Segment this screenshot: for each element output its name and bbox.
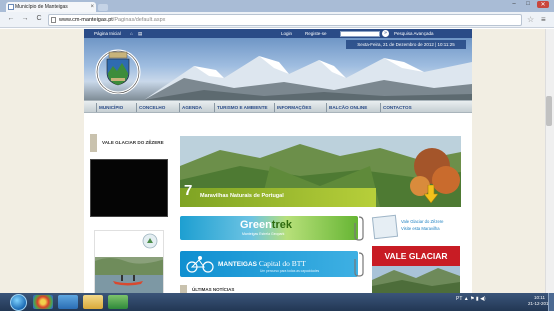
paperclip-icon bbox=[354, 252, 364, 277]
back-button[interactable]: ← bbox=[6, 15, 16, 22]
header-banner: Sexta-Feira, 21 de Dezembro de 2012 | 10… bbox=[84, 38, 472, 100]
system-tray: PT ▲ ⚑ ▮ ◀) bbox=[456, 296, 486, 302]
kayak-photo[interactable] bbox=[94, 230, 164, 293]
explorer-taskbar-icon[interactable] bbox=[58, 295, 78, 309]
register-link[interactable]: Registe-se bbox=[305, 29, 327, 38]
reload-button[interactable]: C bbox=[34, 15, 44, 22]
language-indicator[interactable]: PT bbox=[456, 296, 462, 302]
home-link[interactable]: Página Inicial bbox=[94, 29, 121, 38]
vale-glaciar-heading: VALE GLACIAR bbox=[372, 246, 460, 266]
browser-tab[interactable]: Município de Manteigas × bbox=[6, 2, 96, 12]
tab-title: Município de Manteigas bbox=[15, 4, 68, 10]
show-desktop-button[interactable] bbox=[548, 293, 554, 311]
url-domain: www.cm-manteigas.pt bbox=[59, 17, 113, 23]
paperclip-icon bbox=[354, 216, 364, 241]
glacier-video-player[interactable] bbox=[90, 159, 168, 217]
feature-banner-7-maravilhas[interactable]: 7 Maravilhas Naturais de Portugal bbox=[180, 136, 461, 207]
kayak-image bbox=[95, 231, 163, 293]
close-window-button[interactable]: ✕ bbox=[537, 1, 549, 8]
down-arrow-icon[interactable] bbox=[424, 185, 438, 203]
excel-taskbar-icon[interactable] bbox=[108, 295, 128, 309]
folder-taskbar-icon[interactable] bbox=[83, 295, 103, 309]
volume-icon[interactable]: ◀) bbox=[480, 296, 486, 302]
page-icon bbox=[51, 17, 56, 23]
vale-glaciar-image bbox=[372, 266, 460, 293]
greentrek-subtitle: Manteigas Estrela Geopark bbox=[242, 232, 285, 236]
nav-contactos[interactable]: CONTACTOS bbox=[380, 103, 412, 112]
glacier-link-line2: Visite esta Maravilha bbox=[401, 226, 440, 231]
glacier-thumbnail bbox=[371, 214, 399, 240]
print-icon[interactable]: ▤ bbox=[138, 29, 142, 38]
tab-close-icon[interactable]: × bbox=[90, 2, 94, 12]
search-input[interactable] bbox=[340, 31, 380, 37]
url-path: /Paginas/default.aspx bbox=[112, 17, 166, 23]
date-time: Sexta-Feira, 21 de Dezembro de 2012 | 10… bbox=[346, 40, 466, 49]
chrome-taskbar-icon[interactable] bbox=[33, 295, 53, 309]
feature-number: 7 bbox=[184, 182, 193, 199]
glacier-link-line1: Vale Glaciar do Zêzere bbox=[401, 219, 444, 224]
maximize-button[interactable]: □ bbox=[522, 1, 534, 7]
minimize-button[interactable]: – bbox=[508, 1, 520, 7]
nav-balcao-online[interactable]: BALCÃO ONLINE bbox=[326, 103, 367, 112]
vale-glaciar-banner[interactable]: VALE GLACIAR bbox=[372, 246, 460, 293]
greentrek-title: Greentrek bbox=[240, 219, 292, 231]
btt-capital: Capital do BTT bbox=[258, 259, 306, 268]
browser-menu-icon[interactable]: ≡ bbox=[541, 15, 546, 24]
feature-caption: Maravilhas Naturais de Portugal bbox=[200, 193, 284, 199]
glacier-video-title: VALE GLACIAR DO ZÊZERE bbox=[90, 134, 168, 152]
site-container: Página Inicial ⌂ ▤ Login Registe-se » Pe… bbox=[84, 29, 472, 293]
home-icon[interactable]: ⌂ bbox=[130, 29, 133, 38]
cyclist-icon bbox=[186, 256, 214, 273]
bookmark-star-icon[interactable]: ☆ bbox=[527, 15, 534, 24]
greentrek-title-b: trek bbox=[271, 219, 292, 231]
btt-banner[interactable]: MANTEIGAS Capital do BTT Um percurso par… bbox=[180, 251, 358, 277]
search-button[interactable]: » bbox=[382, 30, 389, 37]
btt-title: MANTEIGAS Capital do BTT bbox=[218, 259, 306, 268]
btt-subtitle: Um percurso para todas as capacidades bbox=[260, 269, 320, 273]
new-tab-button[interactable] bbox=[98, 4, 108, 11]
scrollbar-thumb[interactable] bbox=[546, 96, 552, 126]
latest-news-heading: ÚLTIMAS NOTÍCIAS bbox=[180, 285, 358, 293]
forward-button[interactable]: → bbox=[20, 15, 30, 22]
nav-municipio[interactable]: MUNICÍPIO bbox=[96, 103, 123, 112]
nav-informacoes[interactable]: INFORMAÇÕES bbox=[274, 103, 311, 112]
nav-agenda[interactable]: AGENDA bbox=[179, 103, 202, 112]
coat-of-arms-logo[interactable] bbox=[94, 48, 142, 94]
advanced-search-link[interactable]: Pesquisa Avançada bbox=[394, 29, 433, 38]
glacier-visit-link[interactable]: Vale Glaciar do Zêzere Visite esta Marav… bbox=[371, 214, 460, 242]
login-link[interactable]: Login bbox=[281, 29, 292, 38]
nav-concelho[interactable]: CONCELHO bbox=[136, 103, 165, 112]
page-scrollbar[interactable] bbox=[545, 29, 554, 293]
site-topbar: Página Inicial ⌂ ▤ Login Registe-se » Pe… bbox=[84, 29, 472, 38]
btt-title-town: MANTEIGAS bbox=[218, 261, 257, 268]
greentrek-title-a: Green bbox=[240, 219, 272, 231]
greentrek-banner[interactable]: Greentrek Manteigas Estrela Geopark bbox=[180, 216, 358, 240]
nav-turismo-ambiente[interactable]: TURISMO E AMBIENTE bbox=[214, 103, 268, 112]
main-nav: MUNICÍPIO CONCELHO AGENDA TURISMO E AMBI… bbox=[84, 100, 472, 113]
start-button[interactable] bbox=[10, 294, 27, 311]
address-bar[interactable]: www.cm-manteigas.pt/Paginas/default.aspx bbox=[48, 14, 522, 26]
tab-favicon-icon bbox=[8, 4, 14, 10]
page-viewport: Página Inicial ⌂ ▤ Login Registe-se » Pe… bbox=[0, 29, 554, 293]
